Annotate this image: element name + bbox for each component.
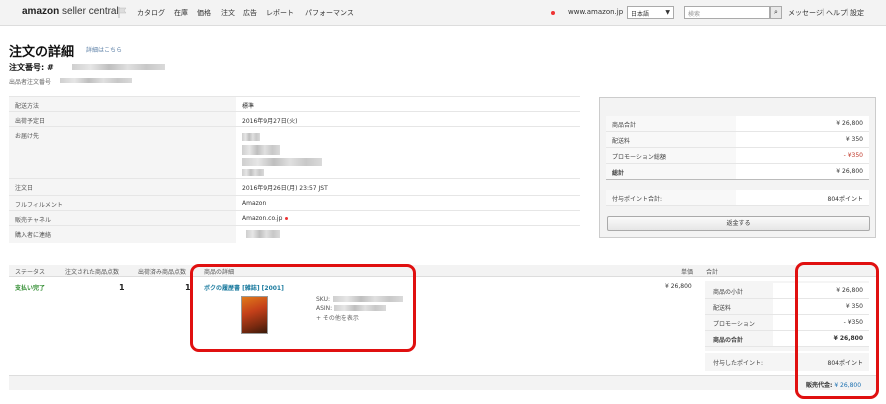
- summary-row: 商品合計 ¥ 26,800: [606, 116, 869, 132]
- points-value: 804ポイント: [827, 196, 863, 203]
- summary-value: ¥ 26,800: [836, 168, 863, 175]
- nav-pricing[interactable]: 価格: [197, 8, 211, 18]
- refund-button[interactable]: 返金する: [607, 216, 870, 231]
- sales-channel-value: Amazon.co.jp: [242, 215, 283, 222]
- granted-points-label: 付与したポイント:: [713, 360, 764, 367]
- order-number-redacted: [72, 64, 165, 70]
- row-bg: [606, 164, 736, 179]
- info-label: フルフィルメント: [9, 196, 236, 210]
- language-select[interactable]: 日本語 ▼: [627, 6, 674, 19]
- chevron-down-icon: ▼: [665, 9, 670, 16]
- points-label: 付与ポイント合計:: [612, 196, 663, 203]
- marketplace-label: www.amazon.jp: [568, 8, 624, 16]
- header-total: 合計: [706, 269, 719, 276]
- nav-inventory[interactable]: 在庫: [174, 8, 188, 18]
- header-status: ステータス: [15, 269, 46, 276]
- flag-icon[interactable]: [118, 7, 127, 18]
- nav-advertising[interactable]: 広告: [243, 8, 257, 18]
- info-label: 出荷予定日: [9, 112, 236, 126]
- help-link[interactable]: ヘルプ: [826, 8, 847, 18]
- header-ordered-qty: 注文された商品点数: [65, 269, 120, 276]
- subtotal-label: 商品の合計: [713, 337, 744, 344]
- seller-central-logo[interactable]: amazon seller central: [22, 6, 119, 17]
- items-footer-bar: [9, 375, 876, 390]
- logo-sub: seller central: [62, 6, 119, 17]
- notification-dot-icon: [551, 11, 555, 15]
- nav-performance[interactable]: パフォーマンス: [305, 8, 354, 18]
- info-value: 2016年9月26日(月) 23:57 JST: [242, 185, 328, 192]
- info-label: 配送方法: [9, 97, 236, 111]
- address-redacted: [242, 133, 260, 141]
- unit-price: ¥ 26,800: [665, 283, 692, 290]
- subtotal-label: プロモーション: [713, 321, 755, 328]
- status-badge: 支払い完了: [15, 285, 46, 292]
- channel-dot-icon: [285, 217, 289, 220]
- summary-label: 商品合計: [612, 122, 637, 129]
- summary-label: 総計: [612, 170, 625, 177]
- order-number-label: 注文番号: #: [9, 63, 54, 72]
- info-row: フルフィルメント Amazon: [9, 195, 580, 210]
- address-redacted: [242, 145, 280, 155]
- highlight-total-box: [795, 262, 879, 399]
- buyer-contact-redacted[interactable]: [246, 230, 280, 238]
- summary-value: ¥ 26,800: [836, 120, 863, 127]
- points-row: 付与ポイント合計: 804ポイント: [606, 190, 869, 206]
- info-label: お届け先: [9, 127, 236, 178]
- settings-link[interactable]: 設定: [850, 8, 864, 18]
- magnifier-icon: ⌕: [774, 8, 778, 16]
- page-title: 注文の詳細: [9, 45, 75, 60]
- subtotal-label: 配送料: [713, 305, 732, 312]
- info-row: 注文日 2016年9月26日(月) 23:57 JST: [9, 178, 580, 195]
- language-value: 日本語: [631, 11, 650, 18]
- info-row: 出荷予定日 2016年9月27日(火): [9, 111, 580, 126]
- header-unit-price: 単価: [681, 269, 694, 276]
- highlight-product-box: [190, 264, 416, 352]
- top-navigation-bar: amazon seller central カタログ 在庫 価格 注文 広告 レ…: [0, 0, 886, 26]
- messages-link[interactable]: メッセージ: [788, 8, 823, 18]
- summary-row: プロモーション総額 - ¥350: [606, 148, 869, 164]
- items-table-header: ステータス 注文された商品点数 出荷済み商品点数 商品の詳細 単価 合計: [9, 265, 876, 277]
- info-row: 購入者に連絡: [9, 225, 580, 243]
- ordered-qty: 1: [119, 283, 125, 292]
- search-button[interactable]: ⌕: [770, 6, 782, 19]
- summary-value: - ¥350: [843, 152, 863, 159]
- summary-label: 配送料: [612, 138, 631, 145]
- logo-brand: amazon: [22, 6, 60, 17]
- seller-order-label: 出品者注文番号: [9, 79, 52, 86]
- summary-row: 総計 ¥ 26,800: [606, 164, 869, 180]
- header-shipped-qty: 出荷済み商品点数: [138, 269, 187, 276]
- search-input[interactable]: 検索: [684, 6, 770, 19]
- info-value: Amazon: [242, 200, 267, 207]
- info-value: Amazon.co.jp: [242, 215, 289, 222]
- info-label: 購入者に連絡: [9, 226, 236, 243]
- info-label: 販売チャネル: [9, 211, 236, 225]
- info-value: 標準: [242, 103, 255, 110]
- subtotal-label: 商品の小計: [713, 289, 744, 296]
- seller-order-redacted: [60, 78, 132, 83]
- info-label: 注文日: [9, 179, 236, 195]
- address-redacted: [242, 158, 322, 166]
- nav-orders[interactable]: 注文: [221, 8, 235, 18]
- summary-row: 配送料 ¥ 350: [606, 132, 869, 148]
- summary-label: プロモーション総額: [612, 154, 666, 161]
- info-row: お届け先: [9, 126, 580, 178]
- info-value: 2016年9月27日(火): [242, 118, 298, 125]
- address-redacted: [242, 169, 264, 176]
- order-summary-box: 商品合計 ¥ 26,800 配送料 ¥ 350 プロモーション総額 - ¥350…: [599, 97, 876, 238]
- info-row: 配送方法 標準: [9, 96, 580, 111]
- nav-catalog[interactable]: カタログ: [137, 8, 165, 18]
- divider: |: [846, 8, 849, 16]
- summary-value: ¥ 350: [845, 136, 863, 143]
- info-row: 販売チャネル Amazon.co.jp: [9, 210, 580, 225]
- detail-link[interactable]: 詳細はこちら: [86, 45, 122, 54]
- divider: |: [822, 8, 825, 16]
- nav-reports[interactable]: レポート: [266, 8, 294, 18]
